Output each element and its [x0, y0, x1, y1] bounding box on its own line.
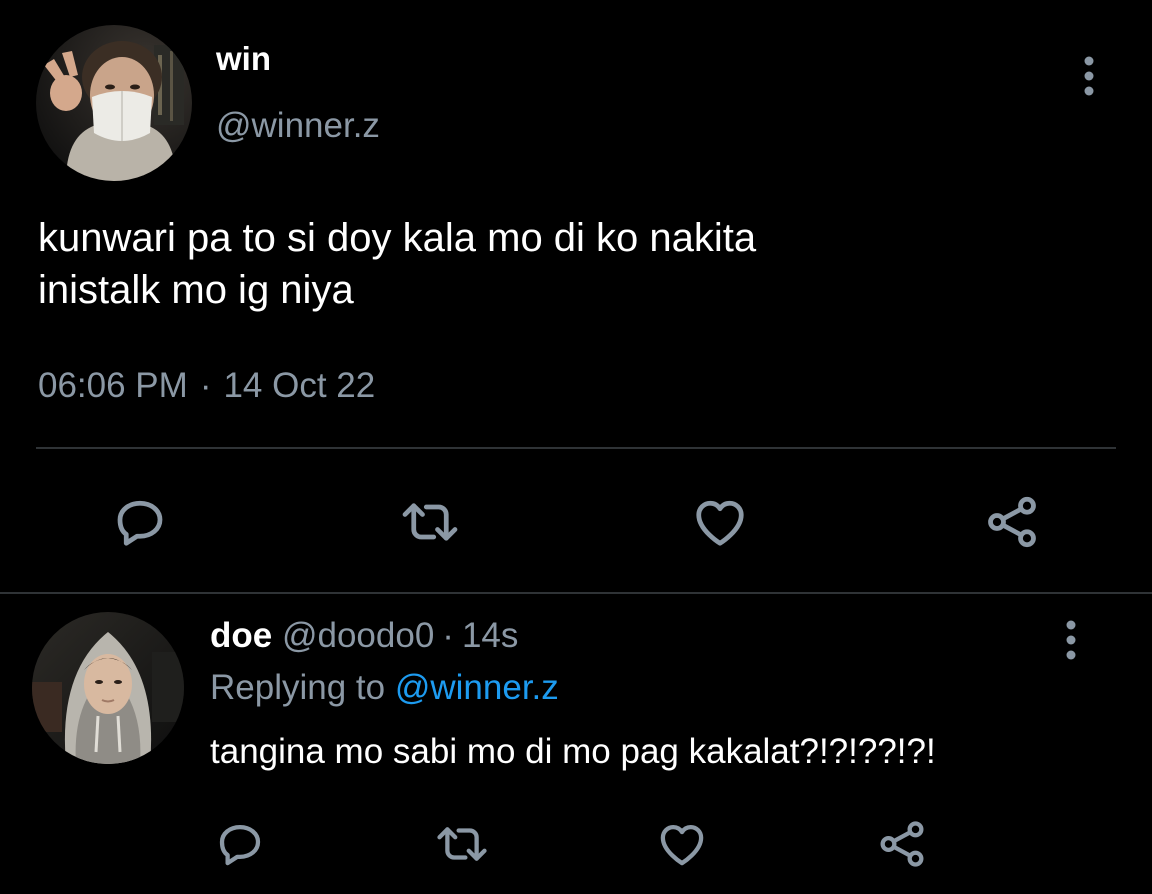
author-avatar[interactable]	[36, 25, 192, 181]
tweet-date: 14 Oct 22	[223, 366, 376, 405]
like-icon	[660, 824, 704, 866]
retweet-button[interactable]	[428, 816, 496, 872]
share-button[interactable]	[872, 816, 932, 872]
reply-button[interactable]	[108, 490, 172, 554]
retweet-button[interactable]	[394, 490, 466, 554]
retweet-icon	[437, 827, 487, 861]
share-icon	[988, 496, 1036, 548]
author-handle[interactable]: @winner.z	[216, 106, 380, 146]
reply-author-avatar[interactable]	[32, 612, 184, 764]
tweet-timestamp[interactable]: 06:06 PM · 14 Oct 22	[38, 366, 375, 406]
reply-button[interactable]	[210, 816, 270, 872]
section-divider	[0, 592, 1152, 594]
reply-separator: ·	[442, 616, 454, 655]
more-vertical-icon[interactable]	[1056, 618, 1086, 662]
like-icon	[696, 500, 744, 546]
replying-to: Replying to @winner.z	[210, 668, 559, 708]
reply-age[interactable]: 14s	[462, 616, 518, 655]
reply-author-name[interactable]: doe	[210, 616, 272, 655]
replying-to-mention[interactable]: @winner.z	[395, 668, 559, 707]
tweet-text: kunwari pa to si doy kala mo di ko nakit…	[38, 216, 757, 312]
more-vertical-icon[interactable]	[1074, 54, 1104, 98]
tweet-time: 06:06 PM	[38, 366, 188, 405]
reply-icon	[117, 500, 163, 546]
like-button[interactable]	[652, 816, 712, 872]
reply-header: doe @doodo0 · 14s	[210, 616, 518, 656]
share-button[interactable]	[980, 490, 1044, 554]
timestamp-separator: ·	[199, 366, 212, 405]
reply-icon	[219, 824, 261, 866]
author-name[interactable]: win	[216, 40, 271, 78]
reply-author-handle[interactable]: @doodo0	[282, 616, 434, 655]
reply-text: tangina mo sabi mo di mo pag kakalat?!?!…	[210, 732, 936, 771]
share-icon	[880, 821, 924, 867]
retweet-icon	[402, 503, 458, 541]
divider	[36, 447, 1116, 449]
replying-to-label: Replying to	[210, 668, 386, 707]
like-button[interactable]	[688, 490, 752, 554]
